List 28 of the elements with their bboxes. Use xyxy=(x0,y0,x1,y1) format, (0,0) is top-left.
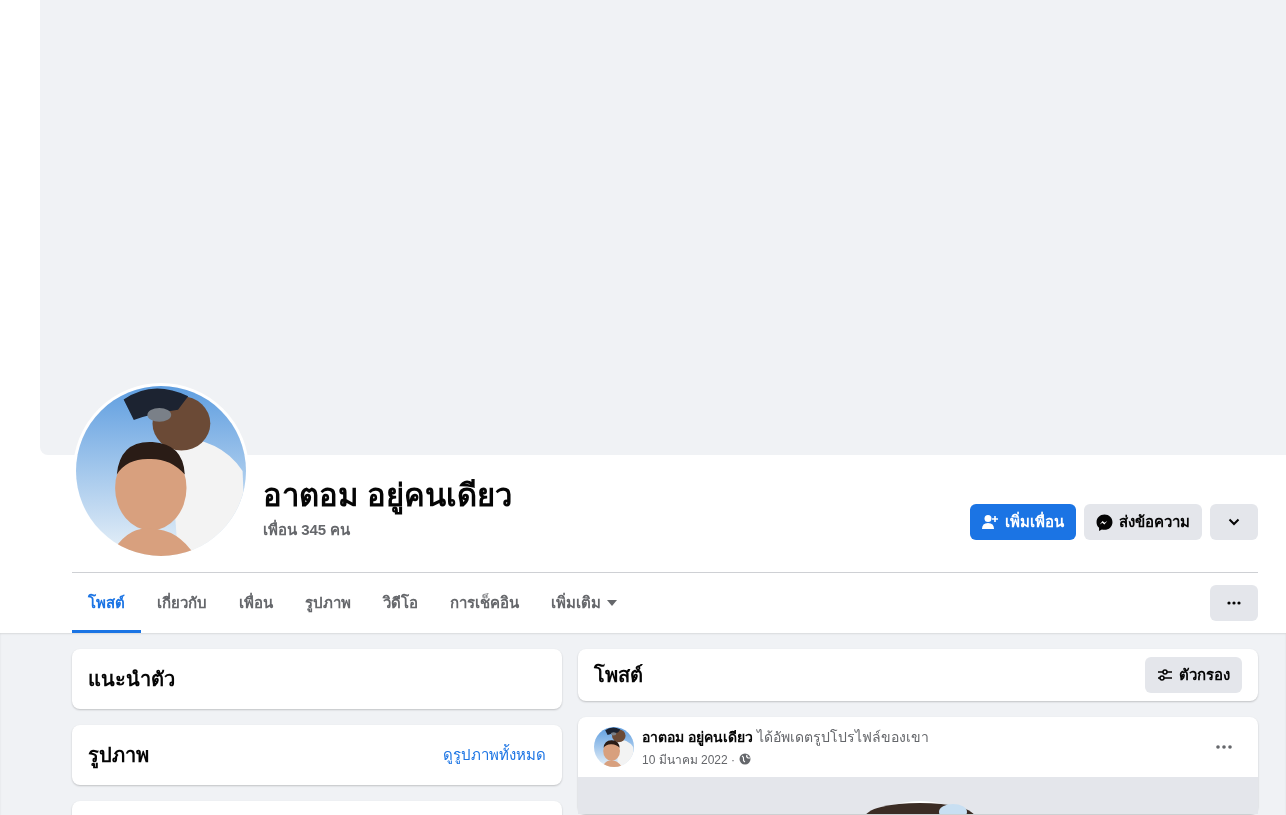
caret-down-icon xyxy=(607,600,617,606)
message-button[interactable]: ส่งข้อความ xyxy=(1084,504,1202,540)
post-date: 10 มีนาคม 2022 · xyxy=(642,751,736,769)
profile-tab[interactable]: โพสต์ xyxy=(72,573,141,633)
profile-tab[interactable]: เกี่ยวกับ xyxy=(141,573,223,633)
profile-name: อาตอม อยู่คนเดียว xyxy=(263,477,512,516)
more-icon xyxy=(1216,745,1232,749)
dropdown-button[interactable] xyxy=(1210,504,1258,540)
card-title: รูปภาพ xyxy=(88,739,149,771)
profile-tab[interactable]: การเช็คอิน xyxy=(434,573,535,633)
profile-tab[interactable]: เพื่อน xyxy=(223,573,289,633)
profile-tab[interactable]: เพิ่มเติม xyxy=(535,573,633,633)
filter-icon xyxy=(1157,668,1173,682)
messenger-icon xyxy=(1096,513,1113,531)
more-icon xyxy=(1227,601,1241,605)
see-all-link[interactable]: ดูรูปภาพทั้งหมด xyxy=(443,743,546,767)
post-headline: อาตอม อยู่คนเดียว ได้อัพเดตรูปโปรไฟล์ของเขา xyxy=(642,727,929,748)
globe-icon xyxy=(739,753,752,765)
friend-count: เพื่อน 345 คน xyxy=(263,518,352,540)
profile-tab[interactable]: วิดีโอ xyxy=(367,573,434,633)
more-button[interactable] xyxy=(1210,585,1258,621)
profile-tab[interactable]: รูปภาพ xyxy=(289,573,367,633)
chevron-down-icon xyxy=(1228,518,1240,526)
posts-title: โพสต์ xyxy=(594,662,643,688)
add-friend-button[interactable]: เพิ่มเพื่อน xyxy=(970,504,1076,540)
person-plus-icon xyxy=(982,514,999,530)
filter-button[interactable]: ตัวกรอง xyxy=(1145,657,1242,693)
card-title: แนะนำตัว xyxy=(88,667,175,692)
